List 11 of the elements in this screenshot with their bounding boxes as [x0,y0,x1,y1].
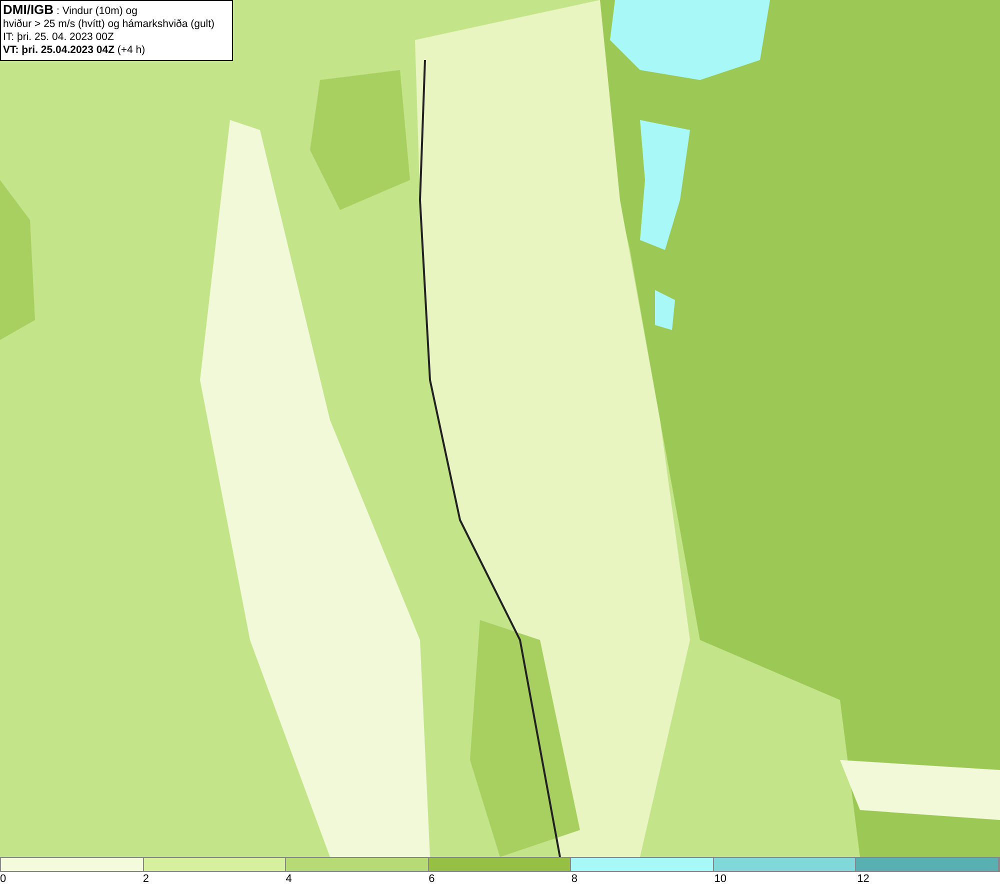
colorbar-label: 8 [571,873,578,885]
legend-text: IT: þri. 25. 04. 2023 00Z [3,31,115,44]
legend-text: DMI/IGB : Vindur (10m) og [3,3,138,18]
colorbar-label: 6 [428,873,435,885]
colorbar-label: 2 [142,873,149,885]
legend-text: hviður > 25 m/s (hvítt) og hámarkshviða (gult) [3,18,216,31]
colorbar-label: 12 [857,873,870,885]
colorbar-label: 4 [286,873,292,885]
colorbar-label: 0 [0,873,6,885]
colorbar-label: 10 [714,873,727,885]
legend-text: VT: þri. 25.04.2023 04Z (+4 h) [3,44,146,57]
